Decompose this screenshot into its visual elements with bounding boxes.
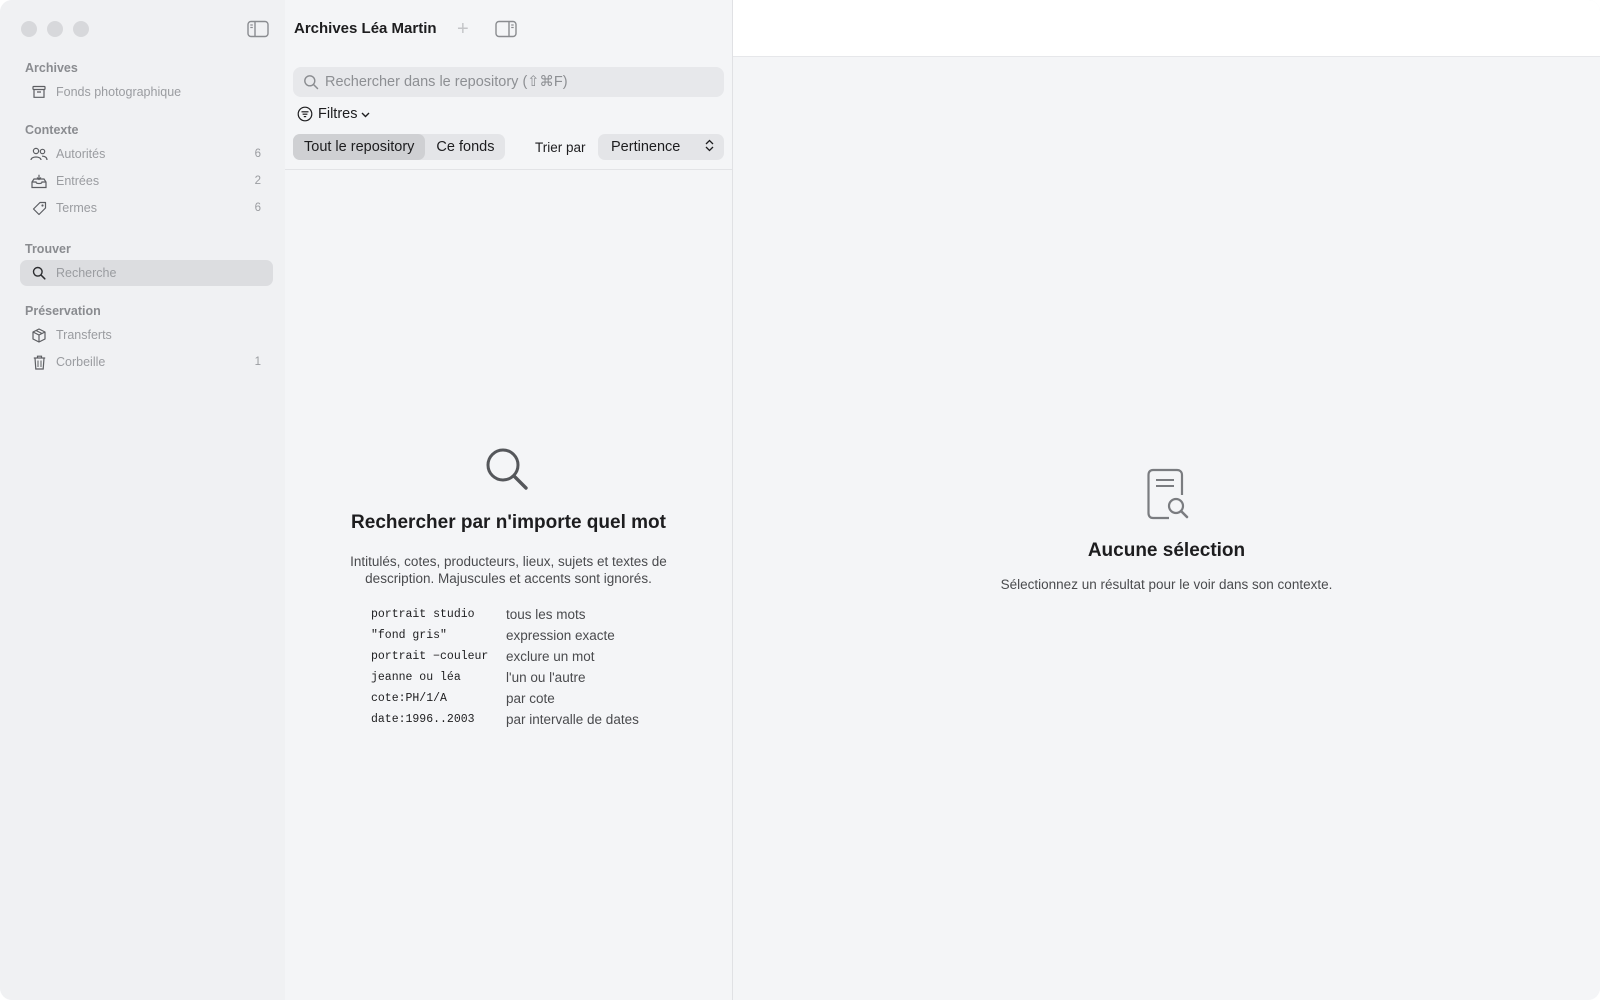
sidebar-item-label: Entrées	[56, 174, 100, 188]
search-field[interactable]	[293, 67, 724, 97]
sort-value: Pertinence	[611, 139, 681, 155]
sidebar-toggle-icon[interactable]	[247, 20, 269, 38]
trash-icon	[30, 353, 48, 371]
sidebar-item-autorites[interactable]: Autorités 6	[20, 141, 273, 167]
sidebar-item-transferts[interactable]: Transferts	[20, 322, 273, 348]
filters-menu-button[interactable]: Filtres	[297, 106, 370, 122]
document-search-icon	[1147, 468, 1191, 525]
tip-code: portrait studio	[371, 608, 475, 621]
tip-desc: exclure un mot	[506, 649, 595, 664]
search-column: Archives Léa Martin + Filtres Tout le re…	[285, 0, 732, 1000]
divider	[285, 169, 732, 170]
tip-desc: par intervalle de dates	[506, 712, 639, 727]
empty-state-title: Rechercher par n'importe quel mot	[351, 512, 666, 533]
tip-code: jeanne ou léa	[371, 671, 461, 684]
sidebar-item-corbeille[interactable]: Corbeille 1	[20, 349, 273, 375]
section-trouver: Trouver	[25, 242, 71, 256]
sidebar-item-label: Transferts	[56, 328, 112, 342]
item-count: 6	[254, 148, 261, 160]
search-tips: portrait studio tous les mots "fond gris"…	[371, 604, 639, 730]
filter-icon	[297, 106, 313, 122]
scope-option-all[interactable]: Tout le repository	[293, 134, 426, 160]
detail-pane: Aucune sélection Sélectionnez un résulta…	[733, 0, 1600, 1000]
sidebar-item-recherche[interactable]: Recherche	[20, 260, 273, 286]
app-window: Archives Fonds photographique Contexte A…	[0, 0, 1600, 1000]
tip-row: jeanne ou léa l'un ou l'autre	[371, 667, 639, 688]
tip-desc: tous les mots	[506, 607, 586, 622]
sidebar-item-entrees[interactable]: Entrées 2	[20, 168, 273, 194]
empty-state-description: Intitulés, cotes, producteurs, lieux, su…	[350, 554, 667, 586]
sidebar-item-termes[interactable]: Termes 6	[20, 195, 273, 221]
item-count: 1	[254, 356, 261, 368]
inspector-toggle-icon[interactable]	[495, 20, 517, 43]
tip-row: "fond gris" expression exacte	[371, 625, 639, 646]
minimize-window-button[interactable]	[47, 21, 63, 37]
sidebar-item-fonds-photographique[interactable]: Fonds photographique	[20, 79, 273, 105]
sidebar: Archives Fonds photographique Contexte A…	[0, 0, 285, 1000]
item-count: 2	[254, 175, 261, 187]
no-selection-description: Sélectionnez un résultat pour le voir da…	[1000, 577, 1333, 592]
tip-row: portrait −couleur exclure un mot	[371, 646, 639, 667]
chevron-down-icon	[361, 106, 370, 122]
tip-row: portrait studio tous les mots	[371, 604, 639, 625]
section-archives: Archives	[25, 61, 78, 75]
tag-icon	[30, 199, 48, 217]
no-selection-title: Aucune sélection	[1087, 540, 1246, 561]
package-icon	[30, 326, 48, 344]
tip-desc: expression exacte	[506, 628, 615, 643]
page-title: Archives Léa Martin	[294, 20, 437, 37]
sidebar-item-label: Fonds photographique	[56, 85, 182, 99]
zoom-window-button[interactable]	[73, 21, 89, 37]
add-icon[interactable]: +	[457, 19, 469, 39]
archive-box-icon	[30, 83, 48, 101]
tip-desc: par cote	[506, 691, 555, 706]
tray-icon	[30, 172, 48, 190]
magnifier-icon	[484, 446, 532, 499]
sort-label: Trier par	[535, 140, 586, 155]
sidebar-item-label: Termes	[56, 201, 97, 215]
scope-option-fonds[interactable]: Ce fonds	[425, 134, 505, 160]
close-window-button[interactable]	[21, 21, 37, 37]
search-icon	[30, 264, 48, 282]
sidebar-item-label: Autorités	[56, 147, 106, 161]
tip-code: cote:PH/1/A	[371, 692, 447, 705]
sort-select[interactable]: Pertinence	[598, 134, 724, 160]
sidebar-item-label: Recherche	[56, 266, 117, 280]
people-icon	[30, 145, 48, 163]
sidebar-item-label: Corbeille	[56, 355, 106, 369]
section-contexte: Contexte	[25, 123, 79, 137]
item-count: 6	[254, 202, 261, 214]
tip-desc: l'un ou l'autre	[506, 670, 586, 685]
tip-row: date:1996..2003 par intervalle de dates	[371, 709, 639, 730]
section-preservation: Préservation	[25, 304, 101, 318]
tip-code: portrait −couleur	[371, 650, 489, 663]
search-input[interactable]	[325, 74, 715, 90]
tip-code: "fond gris"	[371, 629, 447, 642]
detail-toolbar	[733, 0, 1600, 57]
filters-label: Filtres	[318, 106, 358, 122]
updown-chevron-icon	[705, 139, 714, 156]
tip-row: cote:PH/1/A par cote	[371, 688, 639, 709]
tip-code: date:1996..2003	[371, 713, 475, 726]
scope-segmented-control: Tout le repository Ce fonds	[293, 134, 506, 160]
search-icon	[303, 74, 319, 90]
window-controls	[21, 21, 89, 37]
